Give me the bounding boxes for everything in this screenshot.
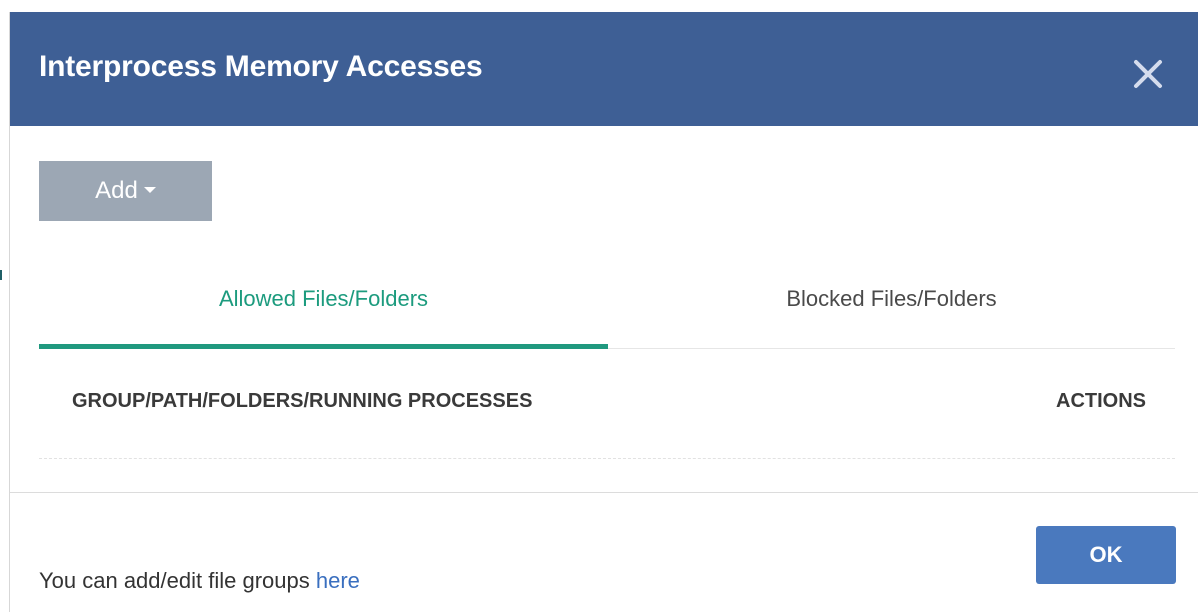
screen: Interprocess Memory Accesses Add Allowed… [0,0,1198,612]
add-button[interactable]: Add [39,161,212,221]
close-icon[interactable] [1130,56,1166,92]
background-marker [0,270,2,280]
footer-hint: You can add/edit file groups here [39,568,360,594]
footer-divider [10,492,1198,493]
file-groups-link[interactable]: here [316,568,360,593]
active-tab-indicator [39,344,608,349]
table-divider [39,458,1175,459]
ok-button[interactable]: OK [1036,526,1176,584]
footer-hint-text: You can add/edit file groups [39,568,310,593]
tab-bar: Allowed Files/Folders Blocked Files/Fold… [39,262,1175,349]
tab-label: Blocked Files/Folders [786,286,997,311]
tab-blocked-files-folders[interactable]: Blocked Files/Folders [608,262,1175,348]
dialog-title: Interprocess Memory Accesses [39,50,483,83]
caret-down-icon [143,187,156,194]
tab-allowed-files-folders[interactable]: Allowed Files/Folders [39,262,608,348]
dialog: Interprocess Memory Accesses Add Allowed… [9,12,1198,612]
dialog-header: Interprocess Memory Accesses [10,12,1198,126]
tab-label: Allowed Files/Folders [218,286,429,311]
column-header-actions: ACTIONS [1056,390,1146,412]
add-button-label: Add [95,177,138,204]
column-header-path: GROUP/PATH/FOLDERS/RUNNING PROCESSES [72,390,533,412]
